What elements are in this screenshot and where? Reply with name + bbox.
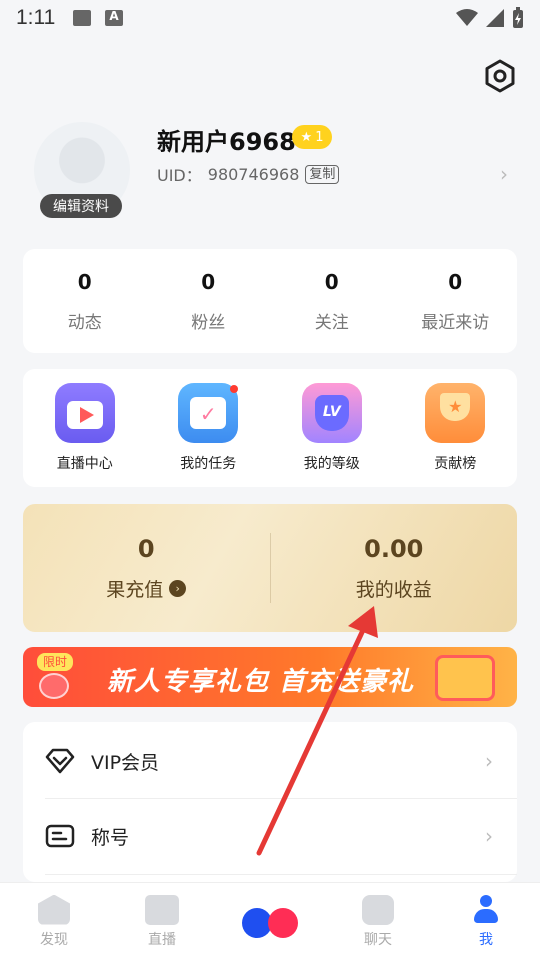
a-notification-icon [105,9,124,26]
stat-following[interactable]: 0 关注 [270,249,394,353]
features-card: 直播中心 我的任务 我的等级 贡献榜 [23,369,517,487]
tab-label: 直播 [148,931,176,948]
chevron-right-icon: › [485,824,493,848]
stat-label: 最近来访 [421,312,490,333]
copy-uid-button[interactable]: 复制 [305,164,340,184]
banner-text: 新人专享礼包 首充送豪礼 [107,667,415,697]
stat-value: 0 [448,269,463,294]
star-icon: ★ [300,129,313,145]
settings-button[interactable] [480,56,520,96]
username: 新用户6968 [157,128,296,156]
edit-profile-button[interactable]: 编辑资料 [40,194,122,218]
battery-charging-icon [513,7,523,28]
gift-box-icon [435,655,495,701]
earnings-section[interactable]: 0.00 我的收益 [271,504,518,632]
feature-live-center[interactable]: 直播中心 [23,369,147,487]
arrow-right-circle-icon: › [169,579,187,597]
stat-value: 0 [324,269,339,294]
trophy-icon [425,383,486,443]
home-icon [38,894,70,925]
image-icon [73,10,92,26]
tab-label: 我 [479,931,493,948]
tab-chat[interactable]: 聊天 [324,883,432,960]
profile-header[interactable]: 编辑资料 新用户6968 ★ 1 UID： 980746968 复制 › [0,110,540,230]
promo-banner[interactable]: 限时 新人专享礼包 首充送豪礼 [23,647,517,707]
lv-shield-icon [301,383,362,443]
menu-item-vip[interactable]: VIP会员 › [23,724,517,798]
recharge-label-row: 果充值 › [106,575,187,602]
chat-bubble-icon [362,894,394,925]
feature-label: 我的等级 [303,456,360,472]
heart-emoji-icon [39,673,69,699]
tab-label: 发现 [40,931,68,948]
menu-item-title[interactable]: 称号 › [23,799,517,873]
recharge-label: 果充值 [106,578,164,601]
feature-label: 直播中心 [56,456,113,472]
feature-label: 我的任务 [180,456,237,472]
stat-recent-visitors[interactable]: 0 最近来访 [394,249,518,353]
earnings-value: 0.00 [364,534,424,563]
tab-live[interactable]: 直播 [108,883,216,960]
stat-value: 0 [77,269,92,294]
menu-divider [45,874,517,875]
stat-label: 关注 [314,312,349,333]
stat-label: 粉丝 [191,312,226,333]
feature-label: 贡献榜 [434,456,477,472]
video-camera-icon [145,894,179,925]
tab-discover[interactable]: 发现 [0,883,108,960]
chevron-right-icon: › [485,749,493,773]
wifi-icon [456,9,478,26]
notification-dot [230,385,238,393]
menu-label: 称号 [91,826,130,849]
stat-fans[interactable]: 0 粉丝 [147,249,271,353]
person-icon [470,894,502,925]
bottom-tab-bar: 发现 直播 聊天 我 [0,882,540,960]
menu-label: VIP会员 [91,751,160,774]
feature-contribution-rank[interactable]: 贡献榜 [394,369,518,487]
earnings-label: 我的收益 [355,578,432,601]
limited-time-tag: 限时 [37,653,74,671]
id-card-icon [45,821,75,851]
stat-value: 0 [201,269,216,294]
stats-card: 0 动态 0 粉丝 0 关注 0 最近来访 [23,249,517,353]
uid-value: 980746968 [207,164,300,184]
gear-icon [485,59,515,93]
level-badge: ★ 1 [292,125,332,149]
feature-my-tasks[interactable]: 我的任务 [147,369,271,487]
center-dots-icon [242,904,298,940]
diamond-icon [45,746,75,776]
tv-play-icon [54,383,115,443]
recharge-section[interactable]: 0 果充值 › [23,504,270,632]
feature-my-level[interactable]: 我的等级 [270,369,394,487]
stat-label: 动态 [67,312,102,333]
tab-center[interactable] [216,883,324,960]
status-bar: 1:11 [0,0,540,36]
recharge-value: 0 [137,534,155,563]
tab-label: 聊天 [364,931,392,948]
calendar-check-icon [178,383,239,443]
chevron-right-icon: › [500,162,508,186]
wallet-card: 0 果充值 › 0.00 我的收益 [23,504,517,632]
uid-row: UID： 980746968 复制 [157,162,340,186]
tab-me[interactable]: 我 [432,883,540,960]
uid-label: UID： [157,166,202,185]
status-time: 1:11 [16,6,56,29]
signal-icon [486,9,504,27]
menu-list: VIP会员 › 称号 › [23,722,517,882]
stat-posts[interactable]: 0 动态 [23,249,147,353]
level-number: 1 [315,129,324,145]
